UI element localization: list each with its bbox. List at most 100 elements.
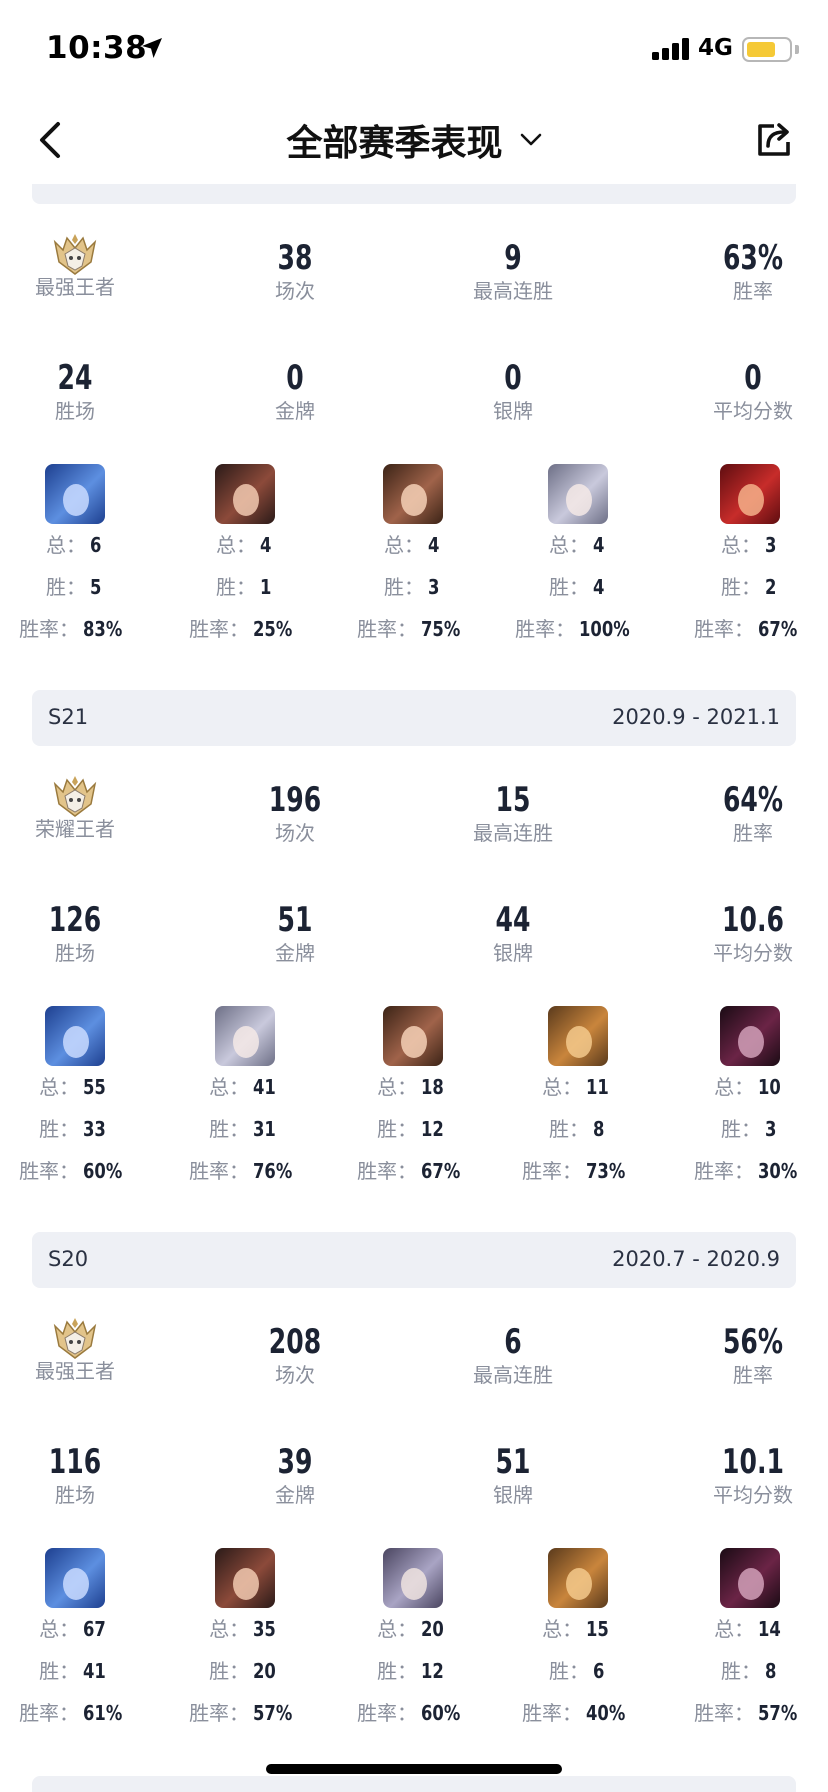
hero-wins-label: 胜： xyxy=(39,1117,80,1141)
hero-avatar-goggles-hero[interactable] xyxy=(548,1006,608,1066)
hero-stat-column[interactable]: 总： 55 胜： 33 胜率： 60% xyxy=(5,1006,145,1184)
gold-value: 0 xyxy=(286,358,304,398)
hero-stat-column[interactable]: 总： 4 胜： 3 胜率： 75% xyxy=(343,464,483,642)
hero-win-rate-value: 57% xyxy=(253,1701,293,1725)
avg-score-stat: 10.6 平均分数 xyxy=(678,900,828,966)
avg-score-value: 10.1 xyxy=(722,1442,784,1482)
streak-stat: 15 最高连胜 xyxy=(438,780,588,846)
wins-stat: 24 胜场 xyxy=(0,358,150,424)
hero-win-rate-value: 60% xyxy=(83,1159,123,1183)
hero-total-value: 4 xyxy=(593,533,605,557)
hero-avatar-brown-hair-hero[interactable] xyxy=(383,464,443,524)
hero-avatar-goggles-hero[interactable] xyxy=(548,1548,608,1608)
hero-total-value: 55 xyxy=(83,1075,106,1099)
hero-stat-column[interactable]: 总： 10 胜： 3 胜率： 30% xyxy=(680,1006,820,1184)
season-header-s20[interactable]: S20 2020.7 - 2020.9 xyxy=(32,1232,796,1288)
hero-stat-column[interactable]: 总： 35 胜： 20 胜率： 57% xyxy=(175,1548,315,1726)
hero-avatar-dark-hair-hero[interactable] xyxy=(215,1548,275,1608)
hero-stat-column[interactable]: 总： 6 胜： 5 胜率： 83% xyxy=(5,464,145,642)
hero-wins: 胜： 3 xyxy=(680,1116,820,1142)
hero-wins-label: 胜： xyxy=(209,1117,250,1141)
season-list[interactable]: 最强王者 38 场次 9 最高连胜 63% 胜率 24 胜场 0 金牌 0 银牌… xyxy=(0,0,828,1792)
location-arrow-icon xyxy=(142,38,162,58)
hero-wins-label: 胜： xyxy=(377,1117,418,1141)
hero-win-rate-value: 61% xyxy=(83,1701,123,1725)
hero-avatar-lavender-hair-hero[interactable] xyxy=(383,1548,443,1608)
hero-win-rate: 胜率： 60% xyxy=(343,1700,483,1726)
hero-wins-label: 胜： xyxy=(721,1117,762,1141)
king-rank-badge-icon xyxy=(53,776,97,817)
hero-total-value: 4 xyxy=(260,533,272,557)
hero-stat-column[interactable]: 总： 41 胜： 31 胜率： 76% xyxy=(175,1006,315,1184)
season-selector[interactable]: 全部赛季表现 xyxy=(0,114,828,166)
king-rank-badge-icon xyxy=(53,1318,97,1359)
hero-stat-column[interactable]: 总： 14 胜： 8 胜率： 57% xyxy=(680,1548,820,1726)
rank-cell: 最强王者 xyxy=(0,1312,150,1384)
hero-wins: 胜： 6 xyxy=(508,1658,648,1684)
win-rate-value: 64% xyxy=(722,780,784,820)
hero-wins: 胜： 41 xyxy=(5,1658,145,1684)
win-rate-stat: 63% 胜率 xyxy=(678,238,828,304)
gold-stat: 0 金牌 xyxy=(220,358,370,424)
hero-total-value: 15 xyxy=(586,1617,609,1641)
hero-list: 总： 6 胜： 5 胜率： 83% 总： 4 胜： 1 胜率： 25% 总： 4 胜： 3 胜率： 75% 总： 4 胜… xyxy=(0,464,828,664)
hero-avatar-red-hair-hero[interactable] xyxy=(720,464,780,524)
win-rate-label: 胜率 xyxy=(733,1363,773,1387)
battery-cap xyxy=(795,45,799,54)
hero-avatar-silver-hair-hero[interactable] xyxy=(548,464,608,524)
hero-face xyxy=(63,484,89,516)
silver-label: 银牌 xyxy=(493,399,533,423)
hero-total-value: 67 xyxy=(83,1617,106,1641)
hero-win-rate-value: 75% xyxy=(421,617,461,641)
hero-wins-label: 胜： xyxy=(39,1659,80,1683)
hero-avatar-demon-hero[interactable] xyxy=(720,1548,780,1608)
next-season-header xyxy=(32,1776,796,1792)
season-header-s21[interactable]: S21 2020.9 - 2021.1 xyxy=(32,690,796,746)
gold-stat: 39 金牌 xyxy=(220,1442,370,1508)
hero-avatar-demon-hero[interactable] xyxy=(720,1006,780,1066)
hero-face xyxy=(233,484,259,516)
hero-stat-column[interactable]: 总： 67 胜： 41 胜率： 61% xyxy=(5,1548,145,1726)
matches-value: 196 xyxy=(268,780,322,820)
hero-stat-column[interactable]: 总： 18 胜： 12 胜率： 67% xyxy=(343,1006,483,1184)
hero-stat-column[interactable]: 总： 11 胜： 8 胜率： 73% xyxy=(508,1006,648,1184)
silver-stat: 51 银牌 xyxy=(438,1442,588,1508)
hero-avatar-brown-hair-hero[interactable] xyxy=(383,1006,443,1066)
win-rate-value: 56% xyxy=(722,1322,784,1362)
hero-total-label: 总： xyxy=(542,1617,583,1641)
gold-stat: 51 金牌 xyxy=(220,900,370,966)
hero-face xyxy=(566,1568,592,1600)
hero-face xyxy=(233,1026,259,1058)
hero-stat-column[interactable]: 总： 15 胜： 6 胜率： 40% xyxy=(508,1548,648,1726)
rank-label: 荣耀王者 xyxy=(35,817,115,841)
hero-wins-value: 4 xyxy=(593,575,605,599)
hero-wins-label: 胜： xyxy=(549,575,590,599)
hero-win-rate-label: 胜率： xyxy=(357,617,418,641)
hero-wins-label: 胜： xyxy=(209,1659,250,1683)
hero-stat-column[interactable]: 总： 20 胜： 12 胜率： 60% xyxy=(343,1548,483,1726)
hero-total: 总： 35 xyxy=(175,1616,315,1642)
hero-win-rate-label: 胜率： xyxy=(357,1701,418,1725)
hero-stat-column[interactable]: 总： 4 胜： 1 胜率： 25% xyxy=(175,464,315,642)
win-rate-label: 胜率 xyxy=(733,279,773,303)
hero-wins-label: 胜： xyxy=(721,575,762,599)
hero-wins: 胜： 33 xyxy=(5,1116,145,1142)
silver-label: 银牌 xyxy=(493,1483,533,1507)
hero-stat-column[interactable]: 总： 3 胜： 2 胜率： 67% xyxy=(680,464,820,642)
hero-avatar-silver-hair-hero[interactable] xyxy=(215,1006,275,1066)
hero-avatar-blue-hero[interactable] xyxy=(45,464,105,524)
matches-label: 场次 xyxy=(275,821,315,845)
hero-face xyxy=(401,1568,427,1600)
share-icon[interactable] xyxy=(754,120,794,160)
hero-win-rate-label: 胜率： xyxy=(19,617,80,641)
gold-label: 金牌 xyxy=(275,1483,315,1507)
hero-total-label: 总： xyxy=(46,533,87,557)
hero-stat-column[interactable]: 总： 4 胜： 4 胜率： 100% xyxy=(508,464,648,642)
hero-total-label: 总： xyxy=(377,1075,418,1099)
hero-avatar-blue-hero[interactable] xyxy=(45,1548,105,1608)
hero-face xyxy=(738,484,764,516)
streak-stat: 6 最高连胜 xyxy=(438,1322,588,1388)
hero-avatar-blue-hero[interactable] xyxy=(45,1006,105,1066)
matches-stat: 208 场次 xyxy=(220,1322,370,1388)
hero-avatar-dark-hair-hero[interactable] xyxy=(215,464,275,524)
